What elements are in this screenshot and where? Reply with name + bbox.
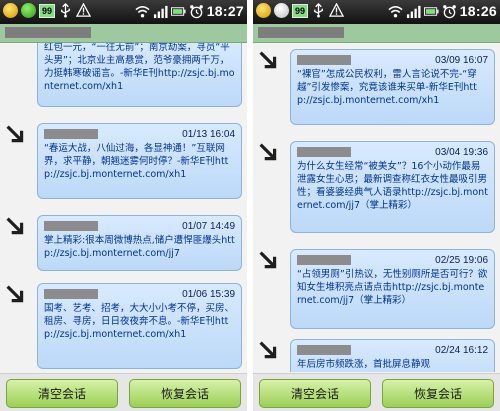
warning-icon [76, 3, 92, 17]
message-time: 03/04 19:36 [435, 146, 488, 158]
message-text: “占领男厕”引热议，无性别厕所是否可行？欲知女生堆积亮点请点击http://zs… [297, 269, 488, 306]
message-list[interactable]: 03/09 16:07 “裸官”怎成公民权利，雷人言论说不完-“穿越”引发惨案，… [253, 43, 500, 372]
redacted-sender [297, 55, 351, 65]
incoming-arrow-icon [6, 217, 24, 235]
message-text: 红包一元，“一往无前”；南京劫案，寻员“平头男”；北京业主高悬赏，范爷豪拥两千万… [44, 43, 235, 92]
alarm-clock-icon [189, 4, 203, 18]
conversation-title-bar [0, 24, 247, 43]
battery-icon [170, 6, 186, 16]
notification-app-icon-2 [274, 3, 289, 18]
usb-icon [61, 3, 70, 18]
redacted-contact-name [258, 27, 344, 38]
restore-conversation-button[interactable]: 恢复会话 [129, 379, 241, 408]
incoming-arrow-icon [259, 143, 277, 161]
warning-icon [329, 3, 345, 17]
message-bubble[interactable]: 01/07 14:49 掌上精彩:很本周微博热点,储户遭悍匪爆头http://z… [37, 215, 242, 271]
battery-level-badge: 99 [292, 3, 309, 18]
message-text: 掌上精彩:很本周微博热点,储户遭悍匪爆头http://zsjc.bj.monte… [44, 235, 235, 259]
bottom-action-bar: 清空会话 恢复会话 [0, 373, 247, 411]
bottom-action-bar: 清空会话 恢复会话 [253, 373, 500, 411]
message-bubble[interactable]: 03/09 16:07 “裸官”怎成公民权利，雷人言论说不完-“穿越”引发惨案，… [290, 49, 495, 125]
message-time: 01/06 15:39 [182, 288, 235, 300]
alarm-clock-icon [442, 4, 456, 18]
incoming-arrow-icon [6, 125, 24, 143]
conversation-title-bar [253, 24, 500, 43]
message-text: “春运大战，八仙过海，各显神通！”互联网界，求平静，朝翘迷雾何时停？-新华E刊h… [44, 143, 229, 180]
message-time: 02/25 19:06 [435, 254, 488, 266]
clear-conversation-button[interactable]: 清空会话 [259, 379, 371, 408]
incoming-arrow-icon [259, 341, 277, 359]
redacted-sender [44, 289, 98, 299]
message-bubble[interactable]: 02/25 19:06 “占领男厕”引热议，无性别厕所是否可行？欲知女生堆积亮点… [290, 249, 495, 329]
notification-app-icon-2 [21, 3, 36, 18]
status-bar: 99 18:26 [253, 0, 500, 24]
notification-app-icon [3, 3, 18, 18]
clear-conversation-button[interactable]: 清空会话 [6, 379, 118, 408]
redacted-sender [297, 147, 351, 157]
message-bubble[interactable]: 02/24 16:12 年后房市频跌涨，首批屏息静观 [290, 339, 495, 372]
redacted-sender [44, 129, 98, 139]
message-text: “裸官”怎成公民权利，雷人言论说不完-“穿越”引发惨案，究竟该谁来买单-新华E刊… [297, 69, 477, 106]
battery-level-badge: 99 [39, 3, 56, 18]
phone-screen-left: 99 18:27 红包一元，“一往无前”；南京劫案，寻员“平头男”；北京业主高悬… [0, 0, 247, 411]
redacted-sender [297, 255, 351, 265]
wifi-icon [135, 5, 150, 17]
redacted-contact-name [5, 27, 91, 38]
message-time: 03/09 16:07 [435, 54, 488, 66]
signal-icon [406, 5, 421, 18]
incoming-arrow-icon [259, 51, 277, 69]
message-bubble[interactable]: 03/04 19:36 为什么女生经常“被美女”？16个小动作最易泄露女生心思；… [290, 141, 495, 233]
message-time: 02/24 16:12 [435, 344, 488, 356]
message-list[interactable]: 红包一元，“一往无前”；南京劫案，寻员“平头男”；北京业主高悬赏，范爷豪拥两千万… [0, 43, 247, 372]
message-bubble[interactable]: 红包一元，“一往无前”；南京劫案，寻员“平头男”；北京业主高悬赏，范爷豪拥两千万… [37, 43, 242, 107]
message-text: 年后房市频跌涨，首批屏息静观 [297, 359, 431, 370]
wifi-icon [388, 5, 403, 17]
status-clock: 18:26 [459, 3, 497, 19]
incoming-arrow-icon [259, 251, 277, 269]
status-clock: 18:27 [206, 3, 244, 19]
message-time: 01/13 16:04 [182, 128, 235, 140]
redacted-sender [297, 345, 351, 355]
battery-icon [423, 6, 439, 16]
message-bubble[interactable]: 01/06 15:39 国考、艺考、招考，大大小小考不停，买房、租房、寻房，日日… [37, 283, 242, 369]
restore-conversation-button[interactable]: 恢复会话 [382, 379, 494, 408]
message-text: 国考、艺考、招考，大大小小考不停，买房、租房、寻房，日日夜夜奔不息。-新华E刊h… [44, 303, 235, 340]
redacted-sender [44, 221, 98, 231]
phone-screen-right: 99 18:26 03/09 16:07 “裸官”怎成公民权利，雷人言论说不完-… [253, 0, 500, 411]
incoming-arrow-icon [6, 285, 24, 303]
notification-app-icon [256, 3, 271, 18]
message-text: 为什么女生经常“被美女”？16个小动作最易泄露女生心思；最新调查称红衣女性最吸引… [297, 161, 488, 211]
message-time: 01/07 14:49 [182, 220, 235, 232]
status-bar: 99 18:27 [0, 0, 247, 24]
signal-icon [153, 5, 168, 18]
message-bubble[interactable]: 01/13 16:04 “春运大战，八仙过海，各显神通！”互联网界，求平静，朝翘… [37, 123, 242, 199]
usb-icon [314, 3, 323, 18]
